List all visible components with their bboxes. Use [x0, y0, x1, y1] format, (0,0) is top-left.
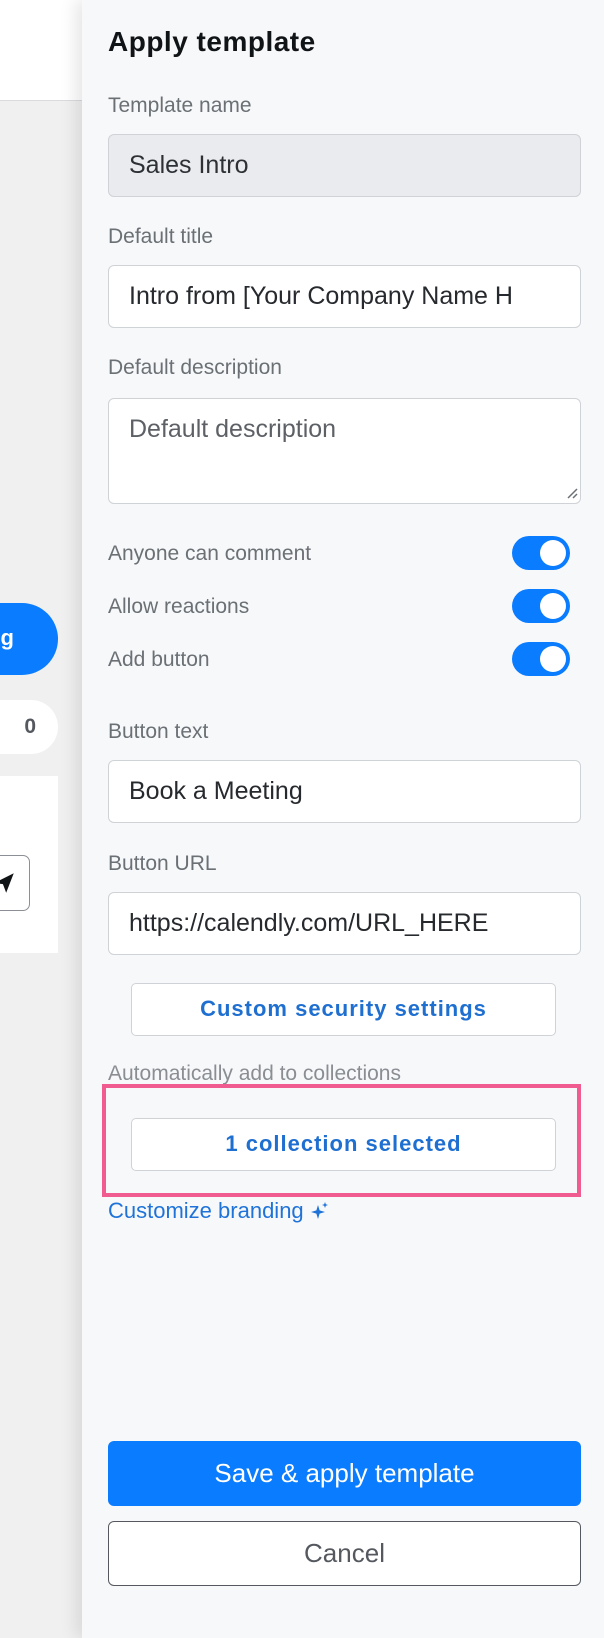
toggle-row-anyone-can-comment: Anyone can comment	[108, 536, 570, 576]
collections-label: Automatically add to collections	[108, 1062, 401, 1085]
custom-security-settings-button[interactable]: Custom security settings	[131, 983, 556, 1036]
panel-title: Apply template	[108, 26, 316, 57]
background-blue-pill-button[interactable]: g	[0, 603, 58, 675]
background-header	[0, 0, 82, 101]
template-name-label: Template name	[108, 94, 252, 117]
apply-template-panel: Apply template Template name Default tit…	[82, 0, 604, 1638]
default-description-label: Default description	[108, 356, 282, 379]
highlight-box	[102, 1084, 581, 1197]
default-title-input[interactable]	[108, 265, 581, 328]
customize-branding-link[interactable]: Customize branding	[108, 1198, 330, 1224]
add-button-toggle[interactable]	[512, 642, 570, 676]
allow-reactions-toggle[interactable]	[512, 589, 570, 623]
toggle-knob	[540, 540, 566, 566]
resize-grip-icon[interactable]	[566, 487, 578, 499]
cancel-button[interactable]: Cancel	[108, 1521, 581, 1586]
send-icon	[0, 873, 14, 893]
button-url-input[interactable]	[108, 892, 581, 955]
background-count-pill[interactable]: 0	[0, 700, 58, 754]
default-title-label: Default title	[108, 225, 214, 248]
toggle-row-allow-reactions: Allow reactions	[108, 589, 570, 629]
background-blue-pill-text: g	[0, 625, 14, 650]
button-text-label: Button text	[108, 720, 209, 743]
save-apply-template-button[interactable]: Save & apply template	[108, 1441, 581, 1506]
toggle-label: Allow reactions	[108, 595, 250, 618]
toggle-label: Add button	[108, 648, 210, 671]
send-button[interactable]	[0, 855, 30, 911]
template-name-input	[108, 134, 581, 197]
sparkle-icon	[310, 1202, 328, 1219]
button-text-input[interactable]	[108, 760, 581, 823]
button-url-label: Button URL	[108, 852, 217, 875]
customize-branding-label: Customize branding	[108, 1198, 304, 1223]
default-description-textarea[interactable]	[108, 398, 581, 504]
background-count-text: 0	[24, 715, 36, 738]
toggle-row-add-button: Add button	[108, 642, 570, 682]
toggle-label: Anyone can comment	[108, 542, 312, 565]
toggle-knob	[540, 593, 566, 619]
anyone-can-comment-toggle[interactable]	[512, 536, 570, 570]
background-app: g 0	[0, 0, 82, 1638]
toggle-knob	[540, 646, 566, 672]
